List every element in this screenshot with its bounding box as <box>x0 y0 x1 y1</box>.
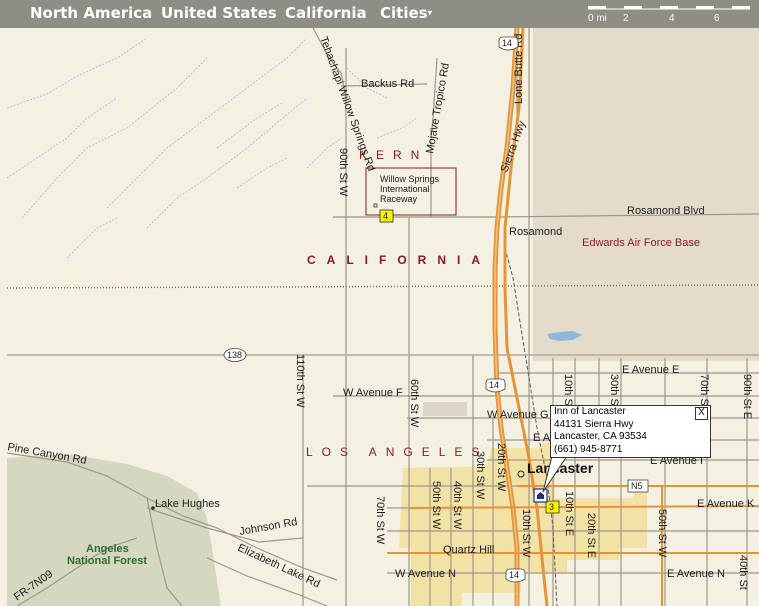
svg-text:4: 4 <box>383 211 388 221</box>
road-label-10th-st-e: 10th St E <box>563 491 575 536</box>
scale-tick-label: 6 <box>714 13 720 24</box>
place-label-lake-hughes: Lake Hughes <box>155 498 220 510</box>
road-label-ave-g: W Avenue G <box>487 409 549 421</box>
highway-shield-14: 14 <box>505 568 526 583</box>
road-label-90th-st-e: 90th St E <box>741 374 753 419</box>
popup-phone: (661) 945-8771 <box>554 443 623 455</box>
breadcrumb-north-america[interactable]: North America <box>30 4 152 22</box>
breadcrumb-cities[interactable]: Cities▾ <box>380 4 432 22</box>
road-label-ave-n-w: W Avenue N <box>395 568 456 580</box>
popup-city: Lancaster, CA 93534 <box>554 431 647 442</box>
road-label-20th-st-w: 20th St W <box>495 443 507 492</box>
forest-label: National Forest <box>67 555 147 567</box>
road-label-ave-k: E Avenue K <box>697 498 755 510</box>
edwards-afb-area <box>533 28 759 361</box>
raceway-label: Raceway <box>380 194 418 204</box>
popup-address: 44131 Sierra Hwy <box>554 418 634 430</box>
map-marker-4[interactable]: 4 <box>379 209 394 223</box>
road-label-ave-e: E Avenue E <box>622 364 679 376</box>
highway-shield-14: 14 <box>485 378 506 393</box>
state-label-california: CALIFORNIA <box>307 253 491 267</box>
svg-text:138: 138 <box>227 350 242 360</box>
chevron-down-icon: ▾ <box>427 8 433 19</box>
scale-tick-label: 4 <box>669 13 675 24</box>
county-route-shield-n5: N5 <box>627 479 649 493</box>
road-label-20th-st-e: 20th St E <box>585 513 597 558</box>
close-icon[interactable]: X <box>695 407 708 420</box>
road-label-110th-st-w: 110th St W <box>294 354 306 408</box>
forest-label: Angeles <box>86 543 129 555</box>
svg-text:N5: N5 <box>631 481 643 491</box>
road-label-70th-st-w: 70th St W <box>374 496 386 545</box>
scale-unit-label: 0 mi <box>588 13 607 24</box>
raceway-label: International <box>380 184 430 194</box>
road-label-ave-f: W Avenue F <box>343 387 403 399</box>
road-label-50th-st-w: 50th St W <box>430 481 442 530</box>
highway-shield-14: 14 <box>498 36 519 51</box>
edwards-afb-label: Edwards Air Force Base <box>582 237 700 249</box>
breadcrumb-united-states[interactable]: United States <box>161 4 277 22</box>
map-canvas[interactable]: KERN CALIFORNIA LOS ANGELES Edwards Air … <box>7 28 759 606</box>
road-label-90th-st-w: 90th St W <box>337 148 349 197</box>
breadcrumb-california[interactable]: California <box>285 4 367 22</box>
county-label-los-angeles: LOS ANGELES <box>306 445 488 459</box>
svg-text:3: 3 <box>549 502 554 512</box>
road-label-ave-n-e: E Avenue N <box>667 568 725 580</box>
place-label-quartz-hill: Quartz Hill <box>443 544 494 556</box>
gray-patch <box>423 402 467 416</box>
svg-text:14: 14 <box>502 38 512 48</box>
map-scale-bar: 0 mi 2 4 6 <box>586 4 752 24</box>
hotel-icon[interactable] <box>533 488 548 503</box>
scale-tick-label: 2 <box>623 13 629 24</box>
svg-text:14: 14 <box>489 380 499 390</box>
road-label-ave-h: E A <box>533 432 551 444</box>
road-label-rosamond-blvd: Rosamond Blvd <box>627 205 705 217</box>
road-label-40th-st: 40th St <box>737 555 749 590</box>
popup-hotel-name: Inn of Lancaster <box>554 406 626 417</box>
hotel-info-popup: Inn of Lancaster 44131 Sierra Hwy Lancas… <box>550 405 711 458</box>
road-label-30th-st-w: 30th St W <box>474 451 486 500</box>
breadcrumb-bar: North America United States California C… <box>0 0 759 28</box>
raceway-label: Willow Springs <box>380 174 440 184</box>
map-marker-3[interactable]: 3 <box>545 500 560 514</box>
road-label-10th-st-w: 10th St W <box>520 509 532 558</box>
place-label-rosamond: Rosamond <box>509 226 562 238</box>
road-label-50th-st-w: 50th St W <box>656 509 668 558</box>
svg-text:14: 14 <box>509 570 519 580</box>
highway-shield-138: 138 <box>223 348 247 362</box>
road-label-60th-st-w: 60th St W <box>408 379 420 428</box>
road-label-40th-st-w: 40th St W <box>451 481 463 530</box>
road-label-backus: Backus Rd <box>361 78 414 90</box>
